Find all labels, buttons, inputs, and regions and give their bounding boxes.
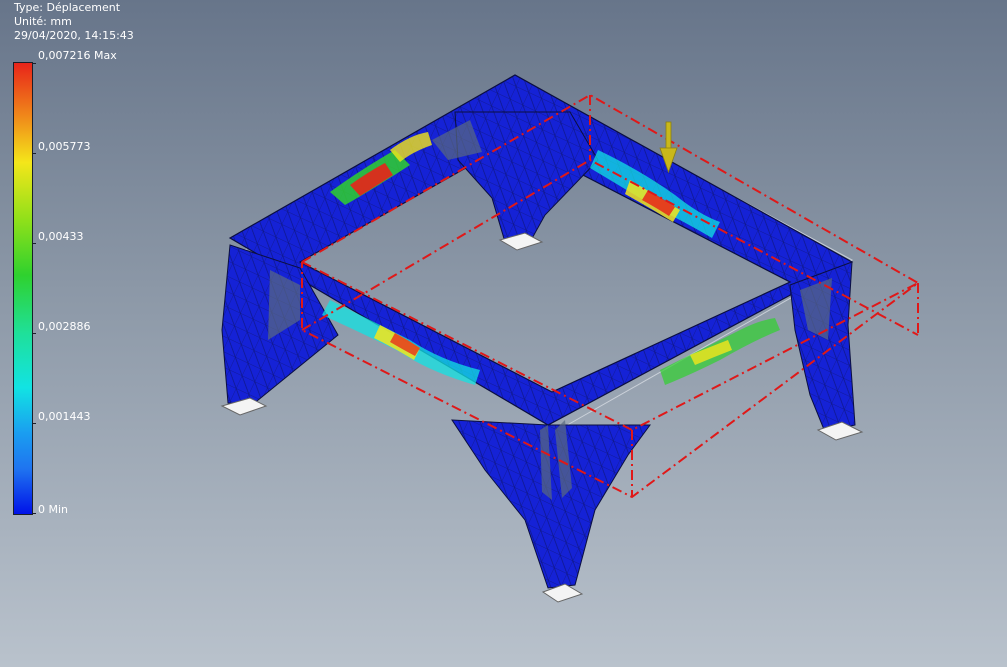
table-frame-mesh[interactable] (221, 74, 856, 589)
model-viewport[interactable] (0, 0, 1007, 667)
